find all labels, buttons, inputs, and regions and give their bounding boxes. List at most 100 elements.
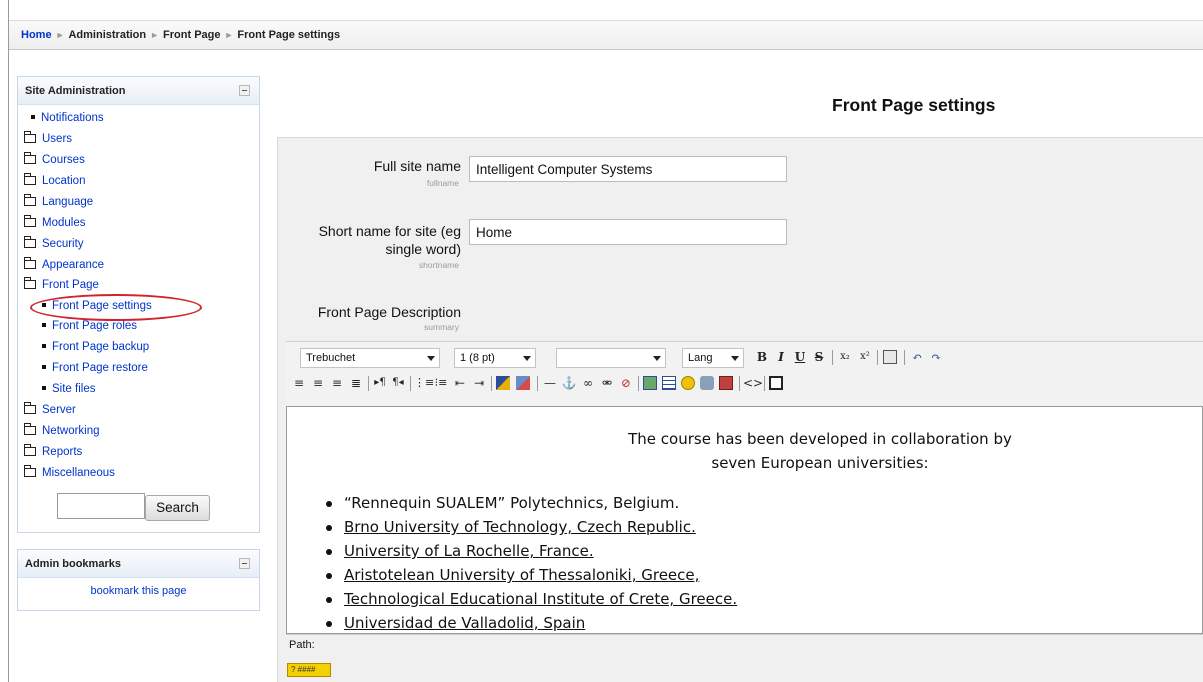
ltr-icon[interactable]: ▸¶ [372,374,388,392]
smiley-icon[interactable] [681,376,695,390]
admin-tree-item[interactable]: Language [24,194,93,208]
admin-tree-item-label: Reports [42,446,83,458]
underline-icon[interactable]: U [792,348,808,366]
bullet-icon [42,323,46,327]
language-select[interactable]: Lang [682,348,744,368]
moodle-admin-page: Home ► Administration ► Front Page ► Front Pag… [0,0,1203,682]
link-icon[interactable]: ∞ [580,374,596,392]
admin-tree-item[interactable]: Networking [24,423,100,437]
format-select[interactable] [556,348,666,368]
help-icon[interactable]: ? #### [287,663,331,677]
collapse-block-icon[interactable] [239,85,250,96]
html-source-icon[interactable]: <> [743,374,763,392]
indent-icon[interactable]: ⇥ [471,374,487,392]
admin-tree-item[interactable]: Server [24,402,76,416]
subscript-icon[interactable]: x₂ [837,348,853,366]
bold-icon[interactable]: B [754,348,770,366]
admin-tree-item[interactable]: Front Page restore [42,362,148,374]
italic-icon[interactable]: I [773,348,789,366]
editor-content-area[interactable]: The course has been developed in collabo… [286,406,1203,634]
folder-icon [24,173,36,185]
strikethrough-icon[interactable]: S [811,348,827,366]
breadcrumb-administration: Administration [68,29,147,41]
align-center-icon[interactable]: ≡ [310,374,326,392]
fullname-field[interactable]: Intelligent Computer Systems [469,156,787,182]
admin-tree-item[interactable]: Site files [42,383,95,395]
block-header: Admin bookmarks [18,550,259,578]
admin-tree-item[interactable]: Location [24,173,85,187]
university-list-item[interactable]: Technological Educational Institute of C… [325,587,737,611]
chevron-down-icon [427,356,435,361]
justify-icon[interactable]: ≣ [348,374,364,392]
admin-tree-item[interactable]: Front Page backup [42,341,149,353]
toolbar-separator [368,376,369,391]
bullet-icon [42,365,46,369]
admin-tree-item[interactable]: Front Page [24,277,99,291]
editor-intro-text: The course has been developed in collabo… [287,427,1202,475]
font-family-value: Trebuchet [306,352,356,364]
admin-tree-item[interactable]: Users [24,131,72,145]
undo-icon[interactable]: ↶ [909,348,925,366]
admin-tree-item[interactable]: Modules [24,215,85,229]
superscript-icon[interactable]: x² [857,348,873,366]
admin-tree-item-label: Security [42,238,84,250]
font-size-select[interactable]: 1 (8 pt) [454,348,536,368]
anchor-icon[interactable]: ⚓ [561,374,577,392]
ordered-list-icon[interactable]: ⋮≡ [414,374,434,392]
admin-tree-item[interactable]: Reports [24,444,83,458]
insert-table-icon[interactable] [662,376,676,390]
align-right-icon[interactable]: ≡ [329,374,345,392]
text-color-icon[interactable] [496,376,510,390]
font-size-value: 1 (8 pt) [460,352,495,364]
breadcrumb-home-link[interactable]: Home [21,29,52,41]
redo-icon[interactable]: ↷ [928,348,944,366]
toolbar-separator [638,376,639,391]
folder-icon [24,402,36,414]
admin-tree-item[interactable]: Miscellaneous [24,465,115,479]
unordered-list-icon[interactable]: ⁝≡ [433,374,449,392]
university-name: University of La Rochelle, France. [344,542,594,560]
unlink-icon[interactable]: ⚮ [599,374,615,392]
admin-tree-item-label: Miscellaneous [42,467,115,479]
university-list-item[interactable]: Aristotelean University of Thessaloniki,… [325,563,737,587]
editor-path-bar: Path: [286,634,1203,655]
rtl-icon[interactable]: ¶◂ [390,374,406,392]
breadcrumb-separator-icon: ► [224,30,234,40]
folder-icon [24,444,36,456]
align-left-icon[interactable]: ≡ [291,374,307,392]
outdent-icon[interactable]: ⇤ [452,374,468,392]
university-name: “Rennequin SUALEM” Polytechnics, Belgium… [344,494,680,512]
university-list-item[interactable]: Universidad de Valladolid, Spain [325,611,737,633]
admin-tree-item-label: Courses [42,154,85,166]
shortname-field[interactable]: Home [469,219,787,245]
admin-tree-item[interactable]: Security [24,236,84,250]
search-replace-icon[interactable] [719,376,733,390]
admin-tree-item[interactable]: Courses [24,152,85,166]
collapse-block-icon[interactable] [239,558,250,569]
insert-image-icon[interactable] [643,376,657,390]
folder-icon [24,215,36,227]
language-value: Lang [688,352,713,364]
horizontal-rule-icon[interactable]: — [542,374,558,392]
folder-icon [24,152,36,164]
background-color-icon[interactable] [516,376,530,390]
fullname-hint: fullname [426,178,459,188]
font-family-select[interactable]: Trebuchet [300,348,440,368]
special-char-icon[interactable] [700,376,714,390]
admin-search-input[interactable] [57,493,145,519]
clean-word-icon[interactable] [883,350,897,364]
admin-tree-item[interactable]: Front Page roles [42,320,137,332]
fullscreen-icon[interactable] [769,376,783,390]
search-button[interactable]: Search [145,495,210,521]
university-list-item[interactable]: University of La Rochelle, France. [325,539,737,563]
breadcrumb-current: Front Page settings [237,29,341,41]
folder-icon [24,257,36,269]
university-name: Aristotelean University of Thessaloniki,… [344,566,700,584]
bookmark-this-page-link[interactable]: bookmark this page [18,585,259,597]
bullet-icon [42,344,46,348]
admin-tree-item[interactable]: Appearance [24,257,104,271]
admin-tree-item[interactable]: Notifications [31,112,104,124]
nolink-icon[interactable]: ⊘ [618,374,634,392]
university-list-item[interactable]: Brno University of Technology, Czech Rep… [325,515,737,539]
breadcrumb: Home ► Administration ► Front Page ► Front Pag… [21,29,340,41]
